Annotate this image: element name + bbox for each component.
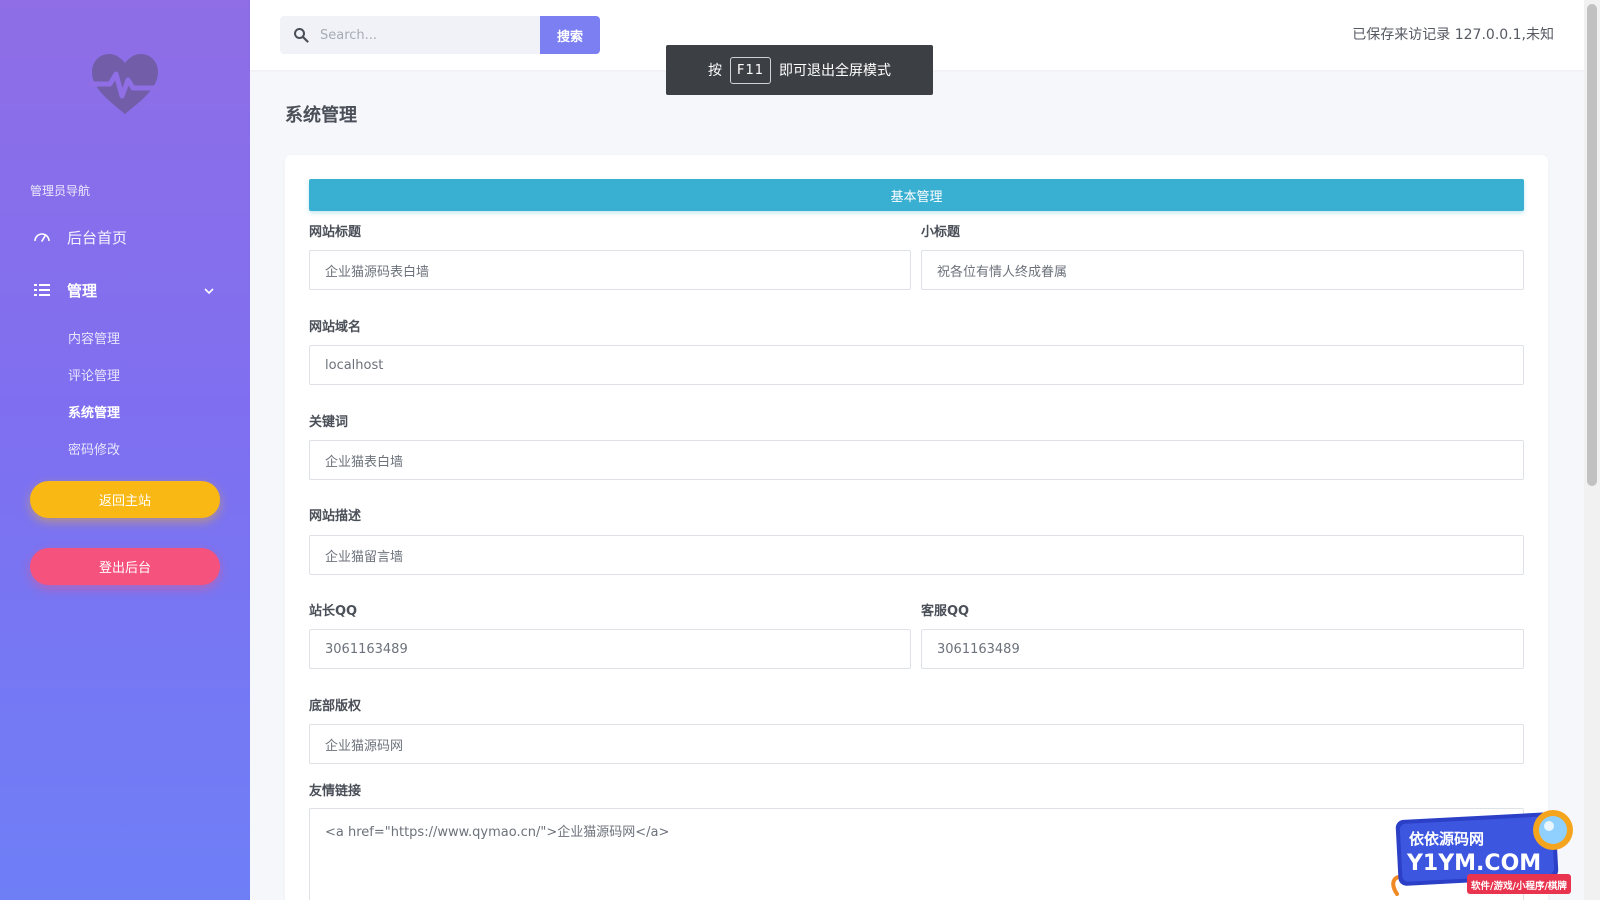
site-title-field[interactable]: 企业猫源码表白墙 bbox=[309, 250, 911, 290]
section-header: 基本管理 bbox=[309, 179, 1524, 211]
domain-label: 网站域名 bbox=[309, 320, 362, 335]
sidebar-subitem-comments[interactable]: 评论管理 bbox=[68, 365, 120, 384]
dashboard-gauge-icon bbox=[33, 228, 51, 246]
watermark-text-1: 依依源码网 bbox=[1409, 830, 1484, 848]
search-icon bbox=[293, 27, 309, 43]
links-label: 友情链接 bbox=[309, 784, 362, 799]
visit-info: 已保存来访记录 127.0.0.1,未知 bbox=[1352, 27, 1554, 43]
f11-key: F11 bbox=[729, 56, 772, 84]
toast-message: 即可退出全屏模式 bbox=[779, 63, 892, 79]
return-home-button[interactable]: 返回主站 bbox=[30, 481, 220, 518]
owner-qq-label: 站长QQ bbox=[309, 604, 358, 619]
heartbeat-logo-icon bbox=[87, 50, 163, 120]
sidebar-item-dashboard[interactable]: 后台首页 bbox=[0, 219, 250, 255]
site-title-label: 网站标题 bbox=[309, 225, 362, 240]
domain-field[interactable]: localhost bbox=[309, 345, 1524, 385]
scrollbar-thumb[interactable] bbox=[1587, 4, 1597, 486]
keywords-label: 关键词 bbox=[309, 415, 349, 430]
search-box bbox=[280, 16, 540, 54]
search-input[interactable] bbox=[320, 27, 520, 43]
sidebar-subitem-content[interactable]: 内容管理 bbox=[68, 328, 120, 347]
sidebar: 管理员导航 后台首页 管理 内容管理 评论管理 系统管理 密码修改 返回主站 登… bbox=[0, 0, 250, 900]
copyright-field[interactable]: 企业猫源码网 bbox=[309, 724, 1524, 764]
service-qq-field[interactable]: 3061163489 bbox=[921, 629, 1524, 669]
page-scrollbar[interactable] bbox=[1584, 0, 1600, 900]
links-textarea[interactable]: <a href="https://www.qymao.cn/">企业猫源码网</… bbox=[309, 808, 1524, 900]
chevron-down-icon bbox=[202, 283, 216, 297]
watermark-logo: 依依源码网 Y1YM.COM 软件/游戏/小程序/棋牌 bbox=[1383, 808, 1588, 900]
watermark-text-3: 软件/游戏/小程序/棋牌 bbox=[1471, 880, 1567, 892]
search-button[interactable]: 搜索 bbox=[540, 16, 600, 54]
copyright-label: 底部版权 bbox=[309, 699, 362, 714]
subtitle-field[interactable]: 祝各位有情人终成眷属 bbox=[921, 250, 1524, 290]
settings-card: 基本管理 网站标题 企业猫源码表白墙 小标题 祝各位有情人终成眷属 网站域名 l… bbox=[285, 155, 1548, 900]
fullscreen-toast: 按 F11 即可退出全屏模式 bbox=[666, 45, 933, 95]
sidebar-item-label: 管理 bbox=[67, 281, 98, 300]
sidebar-item-label: 后台首页 bbox=[67, 228, 128, 247]
subtitle-label: 小标题 bbox=[921, 225, 961, 240]
description-field[interactable]: 企业猫留言墙 bbox=[309, 535, 1524, 575]
description-label: 网站描述 bbox=[309, 509, 362, 524]
nav-section-title: 管理员导航 bbox=[30, 184, 91, 198]
toast-prefix: 按 bbox=[707, 63, 722, 79]
sidebar-item-manage[interactable]: 管理 bbox=[0, 272, 250, 308]
keywords-field[interactable]: 企业猫表白墙 bbox=[309, 440, 1524, 480]
watermark-text-2: Y1YM.COM bbox=[1406, 851, 1541, 876]
sidebar-subitem-password[interactable]: 密码修改 bbox=[68, 439, 120, 458]
list-icon bbox=[33, 281, 51, 299]
page-title: 系统管理 bbox=[285, 105, 357, 126]
sidebar-subitem-system[interactable]: 系统管理 bbox=[68, 402, 120, 421]
owner-qq-field[interactable]: 3061163489 bbox=[309, 629, 911, 669]
service-qq-label: 客服QQ bbox=[921, 604, 970, 619]
logout-button[interactable]: 登出后台 bbox=[30, 548, 220, 585]
